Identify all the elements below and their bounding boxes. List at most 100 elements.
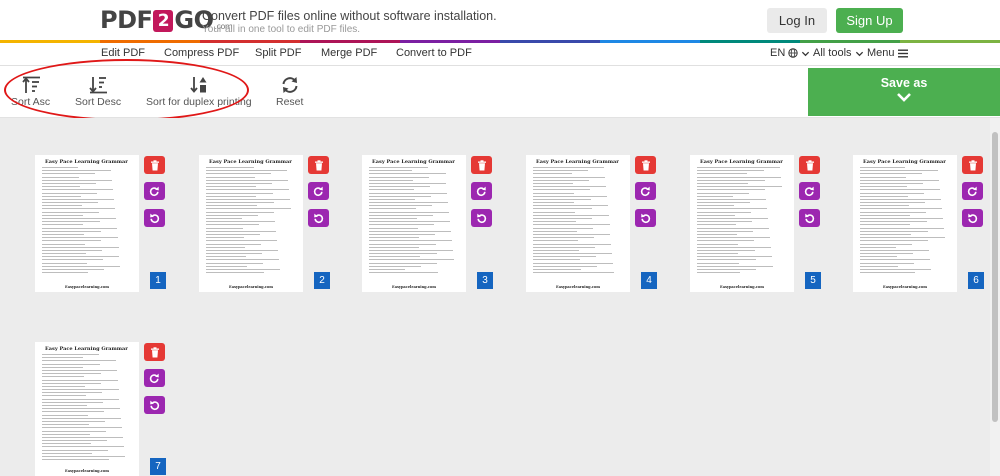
page-thumbnail-footer: Easypacelearning.com [720,285,764,289]
rotate-clockwise-button[interactable] [144,182,165,200]
reset-button[interactable]: Reset [276,76,303,108]
chevron-down-icon [897,93,911,102]
rotate-counterclockwise-button[interactable] [471,209,492,227]
reset-icon [282,77,298,93]
rotate-clockwise-button[interactable] [308,182,329,200]
page-thumbnail[interactable]: Easy Pace Learning Grammar Easypacelearni… [526,155,630,292]
page-thumbnail[interactable]: Easy Pace Learning Grammar Easypacelearni… [35,342,139,476]
page-thumbnail[interactable]: Easy Pace Learning Grammar Easypacelearni… [199,155,303,292]
sort-duplex-label: Sort for duplex printing [146,96,252,108]
page-thumbnail[interactable]: Easy Pace Learning Grammar Easypacelearni… [853,155,957,292]
rotate-clockwise-button[interactable] [635,182,656,200]
rotate-counterclockwise-icon [149,213,160,224]
logo-text-2: 2 [153,10,174,32]
page-number-badge: 1 [150,272,166,289]
page-thumbnail[interactable]: Easy Pace Learning Grammar Easypacelearni… [362,155,466,292]
page-thumbnail-footer: Easypacelearning.com [883,285,927,289]
chevron-down-icon [855,51,863,56]
nav-convert-to-pdf[interactable]: Convert to PDF [396,47,472,59]
page-thumbnail-footer: Easypacelearning.com [65,469,109,473]
page-number-badge: 3 [477,272,493,289]
delete-page-button[interactable] [471,156,492,174]
rotate-counterclockwise-button[interactable] [144,209,165,227]
nav-split-pdf[interactable]: Split PDF [255,47,301,59]
scrollbar-thumb[interactable] [992,132,998,422]
page-text-lines [206,167,296,275]
hamburger-icon [897,49,908,57]
page-thumbnail-title: Easy Pace Learning Grammar [536,159,619,165]
rotate-clockwise-button[interactable] [144,369,165,387]
signup-button[interactable]: Sign Up [836,8,903,33]
tagline: Convert PDF files online without softwar… [202,9,497,23]
nav-merge-pdf[interactable]: Merge PDF [321,47,377,59]
chevron-down-icon [802,51,810,56]
globe-icon [788,48,798,58]
rotate-counterclockwise-button[interactable] [144,396,165,414]
rotate-clockwise-icon [313,186,324,197]
rotate-counterclockwise-button[interactable] [962,209,983,227]
rotate-clockwise-icon [640,186,651,197]
trash-icon [150,346,160,358]
page-text-lines [42,167,132,275]
page-thumbnail[interactable]: Easy Pace Learning Grammar Easypacelearni… [35,155,139,292]
all-tools-label: All tools [813,47,852,59]
sort-asc-button[interactable]: Sort Asc [11,76,50,108]
login-button[interactable]: Log In [767,8,827,33]
page-thumbnail-footer: Easypacelearning.com [229,285,273,289]
delete-page-button[interactable] [962,156,983,174]
page-thumbnail[interactable]: Easy Pace Learning Grammar Easypacelearni… [690,155,794,292]
rotate-clockwise-button[interactable] [471,182,492,200]
trash-icon [477,159,487,171]
delete-page-button[interactable] [799,156,820,174]
page-text-lines [697,167,787,275]
sort-desc-label: Sort Desc [75,96,122,108]
rotate-counterclockwise-button[interactable] [308,209,329,227]
page-thumbnail-title: Easy Pace Learning Grammar [700,159,783,165]
subtagline: Your all in one tool to edit PDF files. [202,24,361,35]
page-text-lines [369,167,459,275]
delete-page-button[interactable] [635,156,656,174]
page-thumbnail-title: Easy Pace Learning Grammar [45,159,128,165]
rotate-clockwise-icon [149,373,160,384]
page-thumbnail-footer: Easypacelearning.com [65,285,109,289]
rotate-counterclockwise-icon [640,213,651,224]
page-number-badge: 7 [150,458,166,475]
rotate-counterclockwise-icon [967,213,978,224]
rotate-clockwise-button[interactable] [962,182,983,200]
trash-icon [314,159,324,171]
menu-label: Menu [867,47,895,59]
rotate-counterclockwise-icon [804,213,815,224]
rotate-counterclockwise-icon [476,213,487,224]
rotate-counterclockwise-icon [313,213,324,224]
nav-compress-pdf[interactable]: Compress PDF [164,47,239,59]
all-tools-dropdown[interactable]: All tools [813,47,864,59]
sort-duplex-icon [190,77,207,93]
trash-icon [805,159,815,171]
save-as-label: Save as [880,76,928,90]
menu-button[interactable]: Menu [867,47,908,59]
save-as-button[interactable]: Save as [808,68,1000,116]
sort-desc-button[interactable]: Sort Desc [75,76,121,108]
site-header: PDF 2 GO .com Convert PDF files online with… [0,0,1000,40]
page-number-badge: 5 [805,272,821,289]
vertical-scrollbar[interactable] [990,118,1000,476]
page-thumbnail-title: Easy Pace Learning Grammar [863,159,946,165]
language-selector[interactable]: EN [770,47,810,59]
rotate-clockwise-icon [476,186,487,197]
rotate-counterclockwise-button[interactable] [799,209,820,227]
rotate-counterclockwise-icon [149,400,160,411]
page-thumbnail-title: Easy Pace Learning Grammar [45,346,128,352]
trash-icon [968,159,978,171]
page-text-lines [860,167,950,275]
delete-page-button[interactable] [144,343,165,361]
rotate-clockwise-button[interactable] [799,182,820,200]
delete-page-button[interactable] [308,156,329,174]
page-thumbnail-footer: Easypacelearning.com [392,285,436,289]
nav-edit-pdf[interactable]: Edit PDF [101,47,145,59]
rotate-counterclockwise-button[interactable] [635,209,656,227]
page-number-badge: 4 [641,272,657,289]
sort-duplex-button[interactable]: Sort for duplex printing [146,76,252,108]
page-thumbnail-title: Easy Pace Learning Grammar [209,159,292,165]
language-label: EN [770,47,786,59]
delete-page-button[interactable] [144,156,165,174]
